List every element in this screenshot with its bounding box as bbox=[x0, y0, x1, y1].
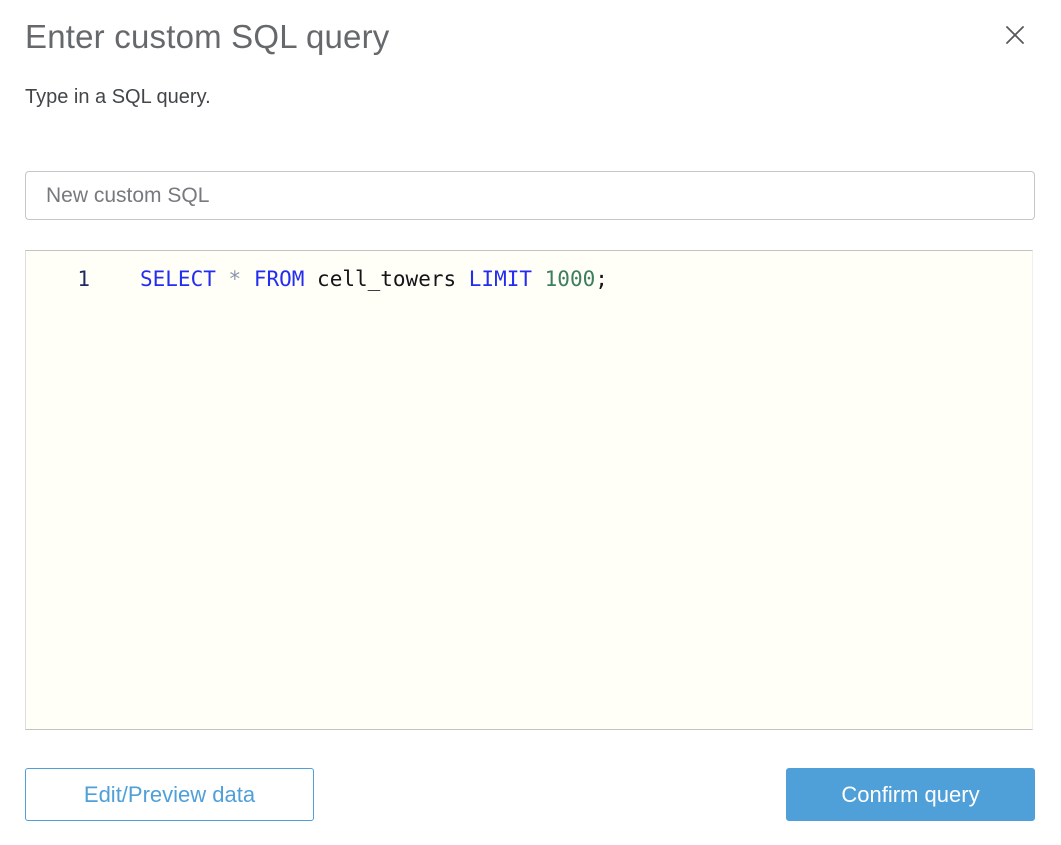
code-line: 1 SELECT * FROM cell_towers LIMIT 1000; bbox=[26, 251, 1032, 294]
custom-sql-name-input[interactable] bbox=[25, 171, 1035, 220]
code-token-plain: ; bbox=[595, 267, 608, 291]
sql-code-editor[interactable]: 1 SELECT * FROM cell_towers LIMIT 1000; bbox=[25, 250, 1033, 730]
page-title: Enter custom SQL query bbox=[25, 18, 390, 55]
edit-preview-data-button[interactable]: Edit/Preview data bbox=[25, 768, 314, 821]
dialog-footer: Edit/Preview data Confirm query bbox=[25, 768, 1035, 821]
close-button[interactable] bbox=[1000, 20, 1030, 50]
line-number: 1 bbox=[77, 267, 90, 291]
close-icon bbox=[1004, 26, 1026, 49]
code-line-content: SELECT * FROM cell_towers LIMIT 1000; bbox=[90, 265, 608, 294]
code-token-keyword: LIMIT bbox=[468, 267, 532, 291]
code-token-keyword: FROM bbox=[253, 267, 305, 291]
dialog-subtitle: Type in a SQL query. bbox=[25, 86, 211, 108]
code-token-plain: cell_towers bbox=[304, 267, 469, 291]
custom-sql-dialog: Enter custom SQL query Type in a SQL que… bbox=[0, 0, 1061, 845]
code-token-number: 1000 bbox=[544, 267, 596, 291]
confirm-query-button[interactable]: Confirm query bbox=[786, 768, 1035, 821]
dialog-header: Enter custom SQL query bbox=[25, 0, 1036, 59]
code-token-keyword: SELECT bbox=[140, 267, 216, 291]
code-token-operator: * bbox=[228, 267, 242, 291]
